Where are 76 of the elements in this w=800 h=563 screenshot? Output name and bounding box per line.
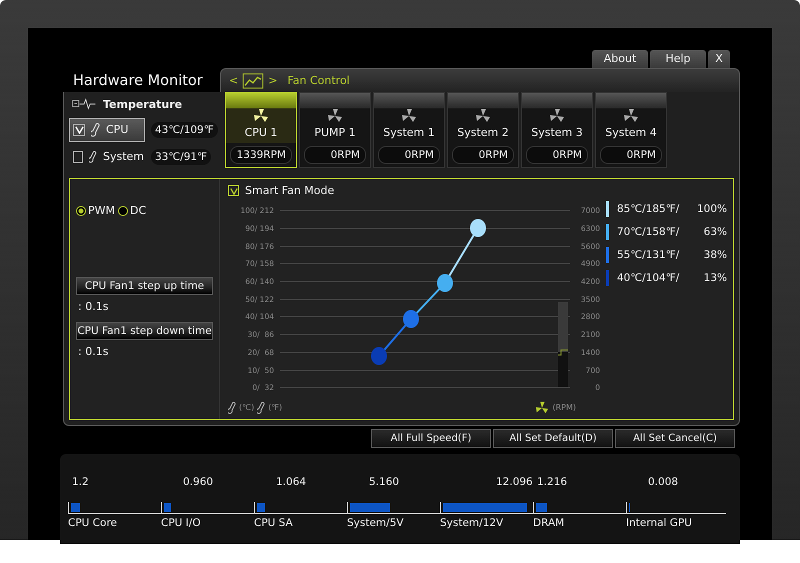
- voltage-value: 12.096: [495, 476, 533, 490]
- unit-label: (RPM): [552, 403, 576, 412]
- fan-icon: [623, 108, 639, 124]
- step-time-value: : 0.1s: [77, 299, 110, 315]
- chart-icon: [242, 72, 264, 88]
- thermometer-icon: [91, 122, 100, 138]
- rpm-readout: 0RPM: [304, 146, 366, 164]
- voltage-value: 5.160: [368, 476, 400, 490]
- step-time-label[interactable]: CPU Fan1 step down time: [76, 322, 213, 340]
- legend-temperature: 70℃/158℉/: [617, 226, 680, 238]
- rpm-readout: 0RPM: [378, 146, 440, 164]
- fan-tab[interactable]: PUMP 1 0RPM: [299, 92, 371, 168]
- sensor-item[interactable]: System: [69, 144, 145, 168]
- unit-label: (℉): [268, 403, 282, 412]
- legend-temperature: 85℃/185℉/: [617, 203, 680, 215]
- voltage-label: Internal GPU: [626, 517, 693, 529]
- thermometer-icon: [89, 148, 97, 164]
- rpm-readout: 1339RPM: [230, 146, 292, 164]
- fan-icon: [549, 108, 565, 124]
- fan-curve-drawing[interactable]: [371, 219, 486, 365]
- step-time-label[interactable]: CPU Fan1 step up time: [76, 277, 213, 295]
- voltage-value: 0.008: [647, 476, 678, 490]
- next-arrow[interactable]: >: [268, 74, 278, 87]
- sensor-item[interactable]: CPU: [69, 118, 145, 142]
- voltage-label: CPU I/O: [161, 517, 202, 529]
- checkbox-label: Smart Fan Mode: [245, 184, 334, 197]
- voltage-label: CPU SA: [254, 517, 294, 529]
- prev-arrow[interactable]: <: [229, 74, 238, 87]
- section-title: Fan Control: [287, 74, 350, 87]
- checkbox[interactable]: [228, 185, 239, 196]
- fan-tab[interactable]: System 2 0RPM: [447, 92, 519, 168]
- action-button[interactable]: All Set Default(D): [493, 429, 613, 448]
- radio-option[interactable]: PWM: [76, 204, 116, 217]
- fan-tab[interactable]: System 3 0RPM: [521, 92, 593, 168]
- legend-percent: 13%: [704, 272, 727, 284]
- voltage-value: 0.960: [182, 476, 214, 490]
- action-button[interactable]: All Set Cancel(C): [615, 429, 735, 448]
- legend-percent: 38%: [704, 249, 727, 261]
- fan-tab[interactable]: CPU 1 1339RPM: [225, 92, 297, 168]
- unit-label: (℃): [239, 403, 254, 412]
- voltage-label: CPU Core: [68, 517, 118, 529]
- thermometer-icon: [228, 400, 236, 415]
- voltage-value: 1.064: [275, 476, 306, 490]
- fan-tab[interactable]: System 4 0RPM: [595, 92, 667, 168]
- voltage-label: System/5V: [347, 517, 405, 529]
- legend-temperature: 55℃/131℉/: [617, 249, 680, 261]
- legend-temperature: 40℃/104℉/: [617, 272, 680, 284]
- step-time-value: : 0.1s: [77, 344, 110, 360]
- collapse-icon[interactable]: [71, 97, 97, 111]
- temperature-value: 33℃/91℉: [151, 148, 212, 164]
- fan-tab[interactable]: System 1 0RPM: [373, 92, 445, 168]
- rpm-readout: 0RPM: [452, 146, 514, 164]
- app-title: Hardware Monitor: [72, 73, 204, 91]
- voltage-value: 1.2: [71, 476, 89, 490]
- fan-icon: [475, 108, 491, 124]
- radio-option[interactable]: DC: [118, 204, 146, 217]
- legend-percent: 100%: [696, 203, 727, 215]
- checkbox[interactable]: [73, 150, 84, 162]
- top-tab[interactable]: Help: [650, 50, 706, 68]
- voltage-label: System/12V: [440, 517, 504, 529]
- top-tab[interactable]: X: [708, 50, 730, 68]
- top-tab[interactable]: About: [592, 50, 648, 68]
- fan-icon: [401, 108, 417, 124]
- rpm-readout: 0RPM: [526, 146, 588, 164]
- section-label: Temperature: [103, 98, 182, 110]
- voltage-label: DRAM: [533, 517, 566, 529]
- thermometer-icon: [257, 400, 266, 415]
- action-button[interactable]: All Full Speed(F): [371, 429, 491, 448]
- checkbox[interactable]: [73, 124, 85, 136]
- temperature-value: 43℃/109℉: [151, 122, 218, 138]
- rpm-readout: 0RPM: [600, 146, 662, 164]
- voltage-value: 1.216: [536, 476, 568, 490]
- legend-percent: 63%: [704, 226, 727, 238]
- fan-icon: [253, 108, 269, 124]
- fan-icon: [535, 400, 550, 415]
- fan-icon: [327, 108, 343, 124]
